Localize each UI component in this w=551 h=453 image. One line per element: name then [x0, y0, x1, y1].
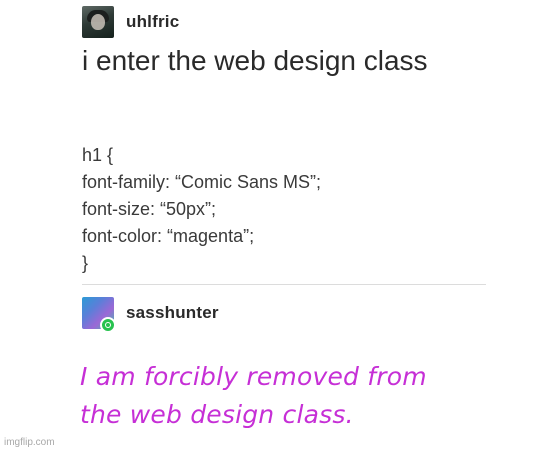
code-line: font-family: “Comic Sans MS”; — [82, 172, 322, 192]
reply-line: the web design class. — [80, 400, 354, 429]
tumblr-post: uhlfric i enter the web design class h1 … — [62, 0, 486, 453]
post-text: i enter the web design class — [82, 45, 428, 76]
post-divider — [82, 284, 486, 285]
reblog-icon — [100, 317, 116, 333]
meme-image: uhlfric i enter the web design class h1 … — [0, 0, 551, 453]
code-line: } — [82, 253, 89, 273]
username[interactable]: uhlfric — [126, 12, 179, 32]
avatar-face — [91, 14, 105, 30]
watermark: imgflip.com — [4, 437, 55, 448]
code-line: font-color: “magenta”; — [82, 226, 255, 246]
user-avatar-icon[interactable] — [82, 6, 114, 38]
code-line: h1 { — [82, 145, 114, 165]
reply-line: I am forcibly removed from — [80, 362, 427, 391]
css-code-block: h1 { font-family: “Comic Sans MS”; font-… — [82, 142, 321, 277]
username[interactable]: sasshunter — [126, 303, 219, 323]
code-line: font-size: “50px”; — [82, 199, 217, 219]
post-header-uhlfric: uhlfric — [82, 6, 179, 38]
reply-text: I am forcibly removed from the web desig… — [80, 358, 427, 434]
